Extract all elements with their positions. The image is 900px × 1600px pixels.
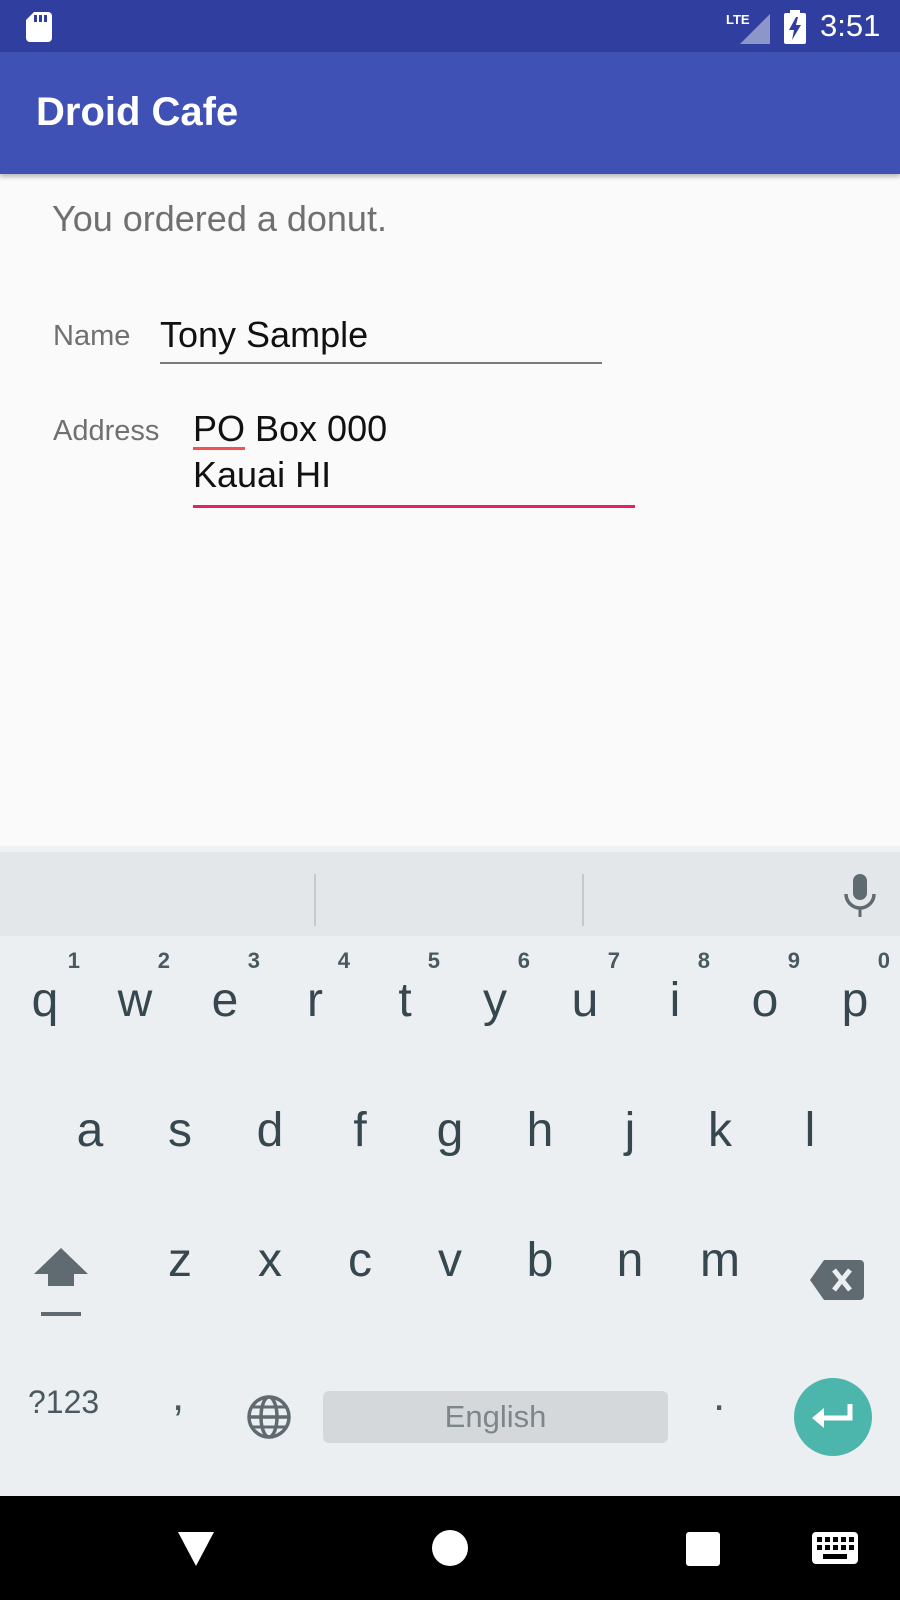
- key-l[interactable]: l: [765, 1076, 855, 1186]
- key-label: q: [31, 974, 59, 1027]
- key-r[interactable]: r4: [270, 946, 360, 1056]
- app-bar: Droid Cafe: [0, 52, 900, 174]
- home-icon[interactable]: [432, 1530, 468, 1566]
- lte-label: LTE: [726, 12, 750, 27]
- key-f[interactable]: f: [315, 1076, 405, 1186]
- space-bar[interactable]: English: [323, 1391, 668, 1443]
- key-y[interactable]: y6: [450, 946, 540, 1056]
- key-number-hint: 7: [607, 948, 620, 973]
- key-w[interactable]: w2: [90, 946, 180, 1056]
- key-label: k: [708, 1104, 732, 1157]
- key-e[interactable]: e3: [180, 946, 270, 1056]
- key-v[interactable]: v: [405, 1206, 495, 1316]
- symbols-key[interactable]: ?123: [28, 1372, 99, 1432]
- keyboard-switch-icon[interactable]: [812, 1532, 858, 1564]
- key-q[interactable]: q1: [0, 946, 90, 1056]
- key-k[interactable]: k: [675, 1076, 765, 1186]
- key-b[interactable]: b: [495, 1206, 585, 1316]
- enter-icon: [812, 1404, 853, 1428]
- address-field-underline: [193, 505, 635, 508]
- key-label: b: [526, 1234, 554, 1287]
- key-t[interactable]: t5: [360, 946, 450, 1056]
- key-label: u: [571, 974, 599, 1027]
- key-z[interactable]: z: [135, 1206, 225, 1316]
- key-number-hint: 0: [877, 948, 890, 973]
- back-icon[interactable]: [178, 1532, 214, 1566]
- suggestion-divider: [582, 874, 584, 926]
- key-s[interactable]: s: [135, 1076, 225, 1186]
- key-label: z: [168, 1234, 192, 1287]
- order-message: You ordered a donut.: [52, 198, 387, 239]
- recents-icon[interactable]: [686, 1532, 720, 1566]
- address-line-2: Kauai HI: [193, 454, 332, 495]
- suggestion-strip: [0, 846, 900, 936]
- key-label: x: [258, 1234, 282, 1287]
- key-a[interactable]: a: [45, 1076, 135, 1186]
- shift-icon[interactable]: [34, 1248, 88, 1320]
- key-label: t: [398, 974, 412, 1027]
- address-line-1: PO Box 000: [193, 408, 388, 449]
- key-g[interactable]: g: [405, 1076, 495, 1186]
- name-field[interactable]: Tony Sample: [160, 312, 368, 358]
- key-number-hint: 8: [697, 948, 710, 973]
- key-m[interactable]: m: [675, 1206, 765, 1316]
- key-number-hint: 4: [337, 948, 350, 973]
- key-n[interactable]: n: [585, 1206, 675, 1316]
- key-o[interactable]: o9: [720, 946, 810, 1056]
- key-label: s: [168, 1104, 192, 1157]
- key-number-hint: 6: [517, 948, 530, 973]
- key-x[interactable]: x: [225, 1206, 315, 1316]
- key-label: r: [307, 974, 323, 1027]
- name-field-underline: [160, 362, 602, 364]
- key-j[interactable]: j: [585, 1076, 675, 1186]
- key-c[interactable]: c: [315, 1206, 405, 1316]
- key-label: w: [117, 974, 153, 1027]
- key-label: p: [841, 974, 869, 1027]
- key-label: e: [211, 974, 239, 1027]
- key-number-hint: 3: [247, 948, 260, 973]
- key-label: l: [804, 1104, 816, 1157]
- key-label: c: [348, 1234, 372, 1287]
- soft-keyboard: ?123 , English . q1w2e3r4t5y6u7i8o9p0asd…: [0, 846, 900, 1496]
- key-number-hint: 5: [427, 948, 440, 973]
- backspace-icon[interactable]: [810, 1260, 864, 1300]
- key-label: f: [353, 1104, 367, 1157]
- mic-icon[interactable]: [840, 874, 880, 918]
- app-title: Droid Cafe: [36, 90, 239, 134]
- navigation-bar: [0, 1496, 900, 1600]
- name-label: Name: [53, 320, 131, 352]
- key-label: y: [483, 974, 507, 1027]
- key-h[interactable]: h: [495, 1076, 585, 1186]
- clock: 3:51: [820, 8, 881, 43]
- sd-card-icon: [26, 12, 52, 42]
- key-label: j: [624, 1104, 636, 1157]
- status-bar: LTE 3:51: [0, 0, 900, 52]
- key-u[interactable]: u7: [540, 946, 630, 1056]
- battery-charging-icon: [784, 10, 806, 44]
- address-label: Address: [53, 415, 160, 447]
- key-label: n: [616, 1234, 644, 1287]
- key-label: i: [669, 974, 681, 1027]
- key-number-hint: 2: [157, 948, 170, 973]
- key-label: g: [436, 1104, 464, 1157]
- key-d[interactable]: d: [225, 1076, 315, 1186]
- key-label: a: [76, 1104, 104, 1157]
- key-i[interactable]: i8: [630, 946, 720, 1056]
- spellcheck-underline: [193, 447, 245, 450]
- key-number-hint: 1: [67, 948, 80, 973]
- key-label: m: [700, 1234, 740, 1287]
- period-key[interactable]: .: [713, 1366, 725, 1426]
- suggestion-divider: [314, 874, 316, 926]
- comma-key[interactable]: ,: [172, 1366, 184, 1426]
- enter-key[interactable]: [794, 1378, 872, 1456]
- globe-icon[interactable]: [246, 1394, 292, 1440]
- key-label: o: [751, 974, 779, 1027]
- lte-signal-icon: LTE: [726, 12, 770, 44]
- key-label: h: [526, 1104, 554, 1157]
- key-label: v: [438, 1234, 462, 1287]
- address-field[interactable]: PO Box 000 Kauai HI: [193, 406, 387, 498]
- key-number-hint: 9: [787, 948, 800, 973]
- key-p[interactable]: p0: [810, 946, 900, 1056]
- key-label: d: [256, 1104, 284, 1157]
